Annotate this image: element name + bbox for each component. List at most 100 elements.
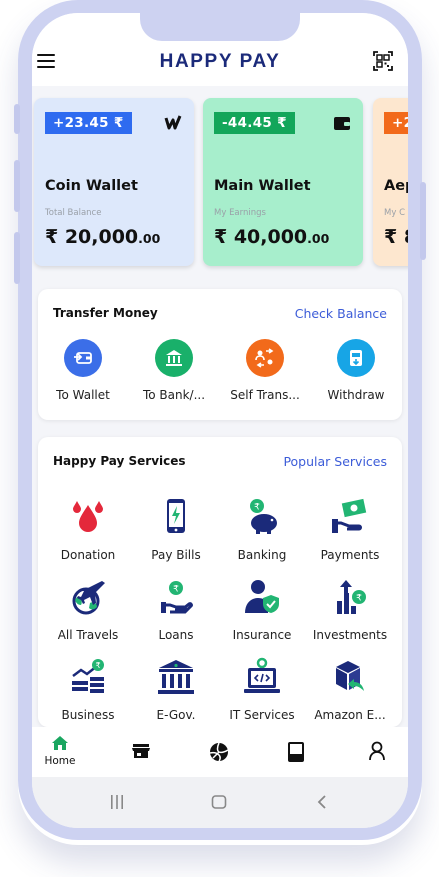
service-label: Payments <box>320 548 380 562</box>
balance-change-badge: -44.45 ₹ <box>214 112 295 134</box>
cash-payment-icon <box>332 498 367 533</box>
home-button-icon[interactable] <box>211 794 227 810</box>
service-insurance[interactable]: Insurance <box>216 577 308 642</box>
service-it-services[interactable]: IT Services <box>216 657 308 722</box>
service-label: Insurance <box>232 628 292 642</box>
self-transfer-button[interactable]: Self Trans... <box>220 339 310 402</box>
wallet-amount-value: ₹ 20,000 <box>45 226 139 248</box>
system-navigation-bar <box>32 777 408 828</box>
service-label: Amazon E... <box>314 708 386 722</box>
side-button <box>14 232 20 284</box>
wallet-subtitle: My C <box>384 208 406 218</box>
qr-scan-icon[interactable] <box>373 51 393 71</box>
service-amazon[interactable]: Amazon E... <box>304 657 396 722</box>
service-label: Business <box>61 708 115 722</box>
service-e-gov[interactable]: E-Gov. <box>130 657 222 722</box>
service-label: Investments <box>312 628 388 642</box>
back-icon[interactable] <box>314 794 330 810</box>
side-button <box>14 160 20 212</box>
panel-title: Happy Pay Services <box>53 454 186 468</box>
investment-chart-icon: ₹ <box>337 580 366 614</box>
piggy-bank-icon: ₹ <box>250 499 277 534</box>
government-building-icon <box>158 660 194 694</box>
self-transfer-icon <box>246 339 284 377</box>
nav-sports[interactable] <box>189 742 249 762</box>
wallet-title: Coin Wallet <box>45 178 138 194</box>
wallet-amount: ₹ 8 <box>384 226 408 248</box>
to-wallet-button[interactable]: To Wallet <box>38 339 128 402</box>
transfer-label: Self Trans... <box>230 388 300 402</box>
svg-text:₹: ₹ <box>254 503 260 513</box>
service-banking[interactable]: ₹ Banking <box>216 497 308 562</box>
wallet-cards-carousel[interactable]: +23.45 ₹ Coin Wallet Total Balance ₹ 20,… <box>32 98 408 268</box>
coin-wallet-card[interactable]: +23.45 ₹ Coin Wallet Total Balance ₹ 20,… <box>34 98 194 266</box>
svg-text:₹: ₹ <box>95 661 100 670</box>
wallet-amount: ₹ 20,000.00 <box>45 226 160 248</box>
nav-profile[interactable] <box>347 741 407 761</box>
service-label: Donation <box>60 548 116 562</box>
main-wallet-card[interactable]: -44.45 ₹ Main Wallet My Earnings ₹ 40,00… <box>203 98 363 266</box>
wallet-amount-decimals: .00 <box>307 231 330 246</box>
service-label: IT Services <box>229 708 295 722</box>
insurance-person-icon <box>245 580 279 613</box>
wallet-subtitle: My Earnings <box>214 208 266 218</box>
blood-drop-icon <box>73 501 103 532</box>
bottom-navigation: Home <box>32 727 408 777</box>
service-label: Loans <box>158 628 194 642</box>
service-pay-bills[interactable]: Pay Bills <box>130 497 222 562</box>
mobile-bill-icon <box>167 499 185 533</box>
phone-screen: HAPPY PAY +23.45 ₹ Coin Wallet Total Bal… <box>32 13 408 828</box>
service-label: All Travels <box>57 628 119 642</box>
svg-text:₹: ₹ <box>173 585 179 595</box>
check-balance-link[interactable]: Check Balance <box>295 306 387 321</box>
recent-apps-icon[interactable] <box>109 794 125 810</box>
service-all-travels[interactable]: All Travels <box>42 577 134 642</box>
home-icon <box>52 736 68 750</box>
svg-text:₹: ₹ <box>356 594 362 604</box>
service-label: Pay Bills <box>151 548 201 562</box>
laptop-code-icon <box>244 657 280 693</box>
service-donation[interactable]: Donation <box>42 497 134 562</box>
service-label: Banking <box>237 548 287 562</box>
happy-pay-services-panel: Happy Pay Services Popular Services Dona… <box>38 437 402 727</box>
withdraw-icon <box>337 339 375 377</box>
power-button <box>420 182 426 260</box>
balance-change-badge: +2 <box>384 112 408 134</box>
wallet-title: Aep <box>384 178 408 194</box>
store-icon <box>132 744 150 758</box>
profile-icon <box>369 741 385 761</box>
globe-plane-icon <box>72 581 105 615</box>
nav-label: Home <box>44 755 76 767</box>
transfer-label: Withdraw <box>327 388 385 402</box>
wallet-transfer-icon <box>64 339 102 377</box>
nav-home[interactable]: Home <box>32 735 90 767</box>
service-label: E-Gov. <box>156 708 196 722</box>
side-button <box>14 104 20 134</box>
aeps-wallet-card[interactable]: +2 Aep My C ₹ 8 <box>373 98 408 266</box>
nav-store[interactable] <box>111 743 171 759</box>
popular-services-link[interactable]: Popular Services <box>283 454 387 469</box>
sports-ball-icon <box>209 742 229 762</box>
package-return-icon <box>336 661 364 691</box>
coin-w-logo-icon <box>164 115 182 130</box>
to-bank-button[interactable]: To Bank/... <box>129 339 219 402</box>
service-payments[interactable]: Payments <box>304 497 396 562</box>
panel-title: Transfer Money <box>53 306 158 320</box>
wallet-title: Main Wallet <box>214 178 311 194</box>
service-loans[interactable]: ₹ Loans <box>130 577 222 642</box>
wallet-amount-decimals: .00 <box>138 231 161 246</box>
bank-icon <box>155 339 193 377</box>
wallet-icon <box>334 117 350 130</box>
wallet-amount-value: ₹ 40,000 <box>214 226 308 248</box>
transfer-money-panel: Transfer Money Check Balance To Wallet T… <box>38 289 402 420</box>
nav-card[interactable] <box>266 742 326 762</box>
service-business[interactable]: ₹ Business <box>42 657 134 722</box>
transfer-label: To Bank/... <box>142 388 206 402</box>
service-investments[interactable]: ₹ Investments <box>304 577 396 642</box>
transfer-label: To Wallet <box>56 388 110 402</box>
business-coins-icon: ₹ <box>72 659 104 693</box>
withdraw-button[interactable]: Withdraw <box>311 339 401 402</box>
camera-notch <box>140 13 300 41</box>
wallet-amount: ₹ 40,000.00 <box>214 226 329 248</box>
app-title: HAPPY PAY <box>159 51 281 72</box>
